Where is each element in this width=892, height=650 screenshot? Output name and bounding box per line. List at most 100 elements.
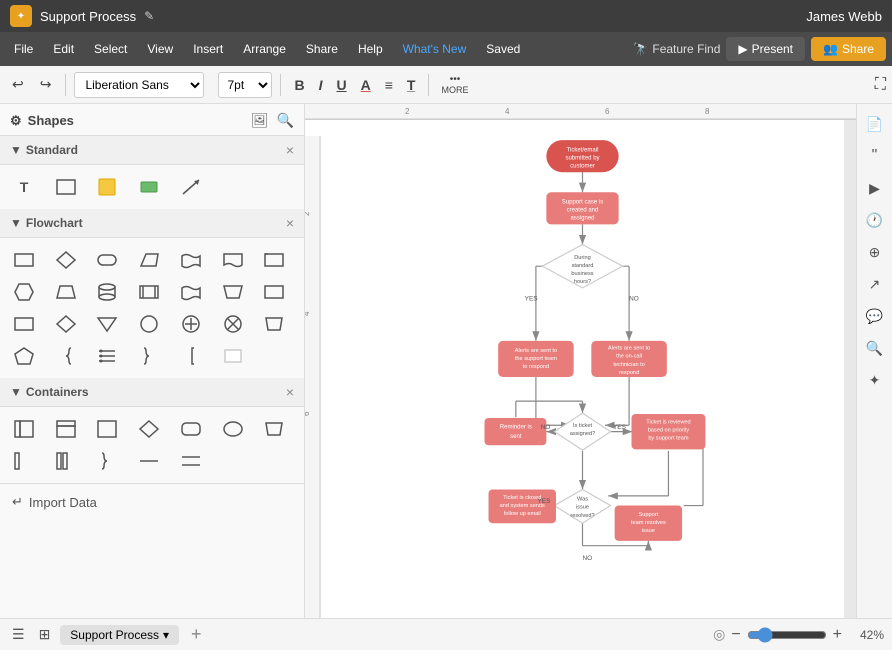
import-data[interactable]: ↵ Import Data — [0, 483, 304, 520]
italic-button[interactable]: I — [314, 74, 328, 96]
fc-x-circle[interactable] — [217, 310, 249, 338]
rp-link-button[interactable]: ↗ — [861, 270, 889, 298]
text-options-button[interactable]: T̲ — [402, 74, 421, 96]
fc-rect2[interactable] — [258, 246, 290, 274]
fc-brace[interactable] — [50, 342, 82, 370]
share-button[interactable]: 👥 Share — [811, 37, 886, 61]
cont-h-lines[interactable] — [175, 447, 207, 475]
rp-layers-button[interactable]: ⊕ — [861, 238, 889, 266]
rp-play-button[interactable]: ▶ — [861, 174, 889, 202]
fc-parallelogram[interactable] — [133, 246, 165, 274]
menu-file[interactable]: File — [6, 38, 41, 60]
cont-v-line[interactable] — [8, 447, 40, 475]
zoom-out-button[interactable]: − — [731, 626, 740, 644]
fc-trapezoidi[interactable] — [217, 278, 249, 306]
fc-trapezoid[interactable] — [50, 278, 82, 306]
fc-rounded-rect[interactable] — [91, 246, 123, 274]
svg-text:YES: YES — [613, 424, 626, 431]
fc-bracket[interactable] — [175, 342, 207, 370]
search-button[interactable]: 🔍 — [277, 112, 294, 129]
add-tab-button[interactable]: + — [191, 624, 202, 645]
cont-h-line[interactable] — [133, 447, 165, 475]
list-view-button[interactable]: ☰ — [8, 624, 29, 645]
fc-brace2[interactable] — [133, 342, 165, 370]
fc-rect[interactable] — [8, 246, 40, 274]
cont-parallelogram[interactable] — [258, 415, 290, 443]
font-color-button[interactable]: A — [356, 74, 376, 96]
fc-pentagon[interactable] — [8, 342, 40, 370]
current-tab[interactable]: Support Process ▾ — [60, 625, 179, 645]
fc-circle[interactable] — [133, 310, 165, 338]
fc-process[interactable] — [133, 278, 165, 306]
grid-view-button[interactable]: ⊞ — [35, 624, 55, 645]
edit-title-icon[interactable]: ✎ — [144, 9, 154, 23]
align-button[interactable]: ≡ — [380, 74, 398, 96]
rp-comment-button[interactable]: 💬 — [861, 302, 889, 330]
close-containers-button[interactable]: × — [286, 384, 294, 400]
close-standard-button[interactable]: × — [286, 142, 294, 158]
menu-help[interactable]: Help — [350, 38, 391, 60]
rp-search2-button[interactable]: 🔍 — [861, 334, 889, 362]
menu-whats-new[interactable]: What's New — [395, 38, 475, 60]
image-icon-button[interactable]: 🖼 — [251, 112, 269, 129]
redo-button[interactable]: ↪ — [34, 72, 58, 97]
rp-clock-button[interactable]: 🕐 — [861, 206, 889, 234]
section-containers[interactable]: ▼ Containers × — [0, 378, 304, 407]
zoom-target-icon: ◎ — [713, 626, 725, 643]
cont-swimlane-h[interactable] — [50, 415, 82, 443]
shape-green-rect[interactable] — [133, 173, 165, 201]
menu-select[interactable]: Select — [86, 38, 135, 60]
fc-cylinder[interactable] — [91, 278, 123, 306]
fc-triangle-down[interactable] — [91, 310, 123, 338]
fc-rect4[interactable] — [8, 310, 40, 338]
fc-plus-circle[interactable] — [175, 310, 207, 338]
cont-v-lines[interactable] — [50, 447, 82, 475]
svg-text:resolved?: resolved? — [570, 513, 594, 519]
font-family-select[interactable]: Liberation Sans — [74, 72, 204, 98]
cont-brace-cont[interactable] — [91, 447, 123, 475]
section-flowchart[interactable]: ▼ Flowchart × — [0, 209, 304, 238]
zoom-slider[interactable] — [747, 627, 827, 643]
cont-diamond[interactable] — [133, 415, 165, 443]
cont-rect[interactable] — [91, 415, 123, 443]
fc-doc[interactable] — [217, 246, 249, 274]
present-button[interactable]: ▶ Present — [726, 37, 805, 61]
zoom-in-button[interactable]: + — [833, 626, 842, 644]
font-size-select[interactable]: 7pt 8pt 9pt 10pt 12pt — [218, 72, 272, 98]
rp-quote-button[interactable]: " — [861, 142, 889, 170]
menu-edit[interactable]: Edit — [45, 38, 82, 60]
cont-ellipse[interactable] — [217, 415, 249, 443]
shape-note[interactable] — [91, 173, 123, 201]
undo-button[interactable]: ↩ — [6, 72, 30, 97]
fc-hexagon[interactable] — [8, 278, 40, 306]
menu-arrange[interactable]: Arrange — [235, 38, 294, 60]
fc-tape2[interactable] — [175, 278, 207, 306]
fc-list[interactable] — [91, 342, 123, 370]
rp-page-button[interactable]: 📄 — [861, 110, 889, 138]
canvas-area[interactable]: 2 4 6 8 2 4 6 — [305, 104, 856, 618]
more-button[interactable]: ••• MORE — [437, 72, 472, 97]
fc-tape[interactable] — [175, 246, 207, 274]
menu-insert[interactable]: Insert — [185, 38, 231, 60]
shape-arrow[interactable] — [175, 173, 207, 201]
section-standard[interactable]: ▼ Standard × — [0, 136, 304, 165]
fc-diamond2[interactable] — [50, 310, 82, 338]
canvas-content[interactable]: 2 4 6 — [305, 120, 844, 618]
fc-rect3[interactable] — [258, 278, 290, 306]
close-flowchart-button[interactable]: × — [286, 215, 294, 231]
rp-extra-button[interactable]: ✦ — [861, 366, 889, 394]
cont-rounded[interactable] — [175, 415, 207, 443]
cont-swimlane-v[interactable] — [8, 415, 40, 443]
feature-find[interactable]: 🔭 Feature Find — [633, 42, 720, 56]
underline-button[interactable]: U — [331, 74, 351, 96]
bold-button[interactable]: B — [289, 74, 309, 96]
menu-view[interactable]: View — [139, 38, 181, 60]
fc-parallelogram2[interactable] — [258, 310, 290, 338]
svg-text:created and: created and — [567, 208, 599, 214]
menu-share[interactable]: Share — [298, 38, 346, 60]
shape-text[interactable]: T — [8, 173, 40, 201]
fc-diamond[interactable] — [50, 246, 82, 274]
shape-rectangle[interactable] — [50, 173, 82, 201]
expand-button[interactable]: ⛶ — [875, 76, 886, 94]
fc-white-rect[interactable] — [217, 342, 249, 370]
